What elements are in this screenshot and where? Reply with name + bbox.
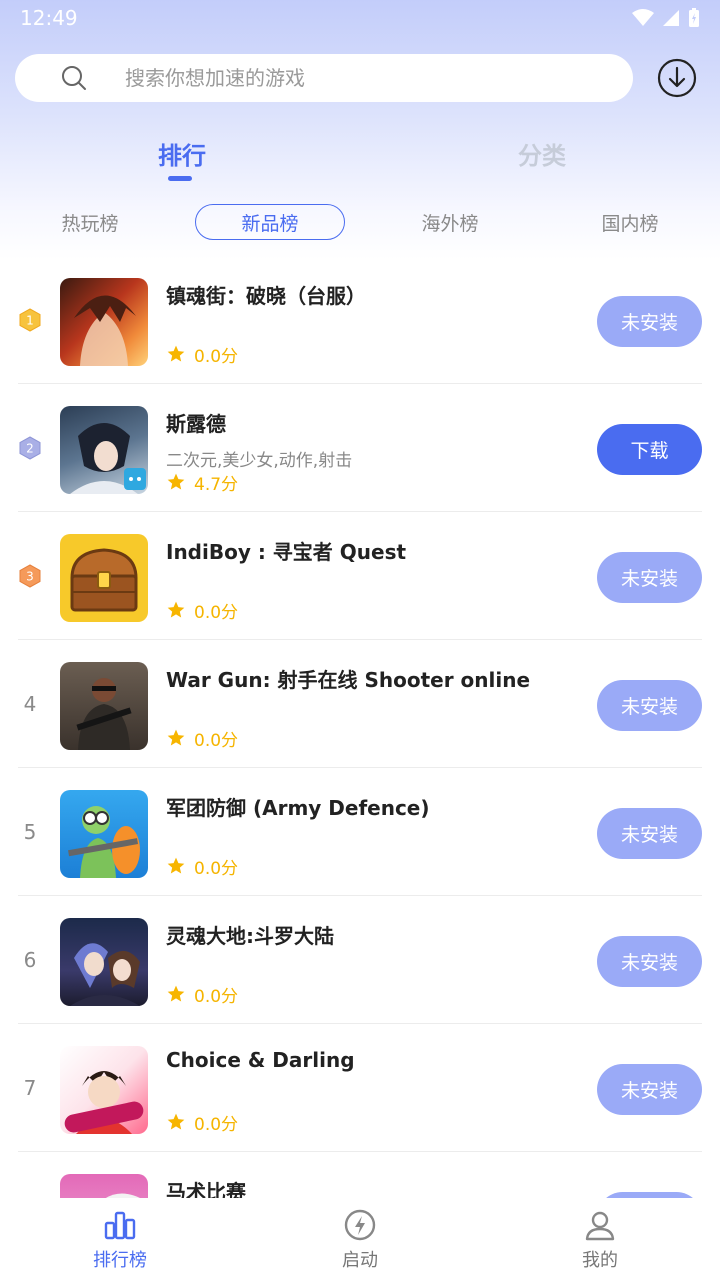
install-status-button[interactable]: 未安装 bbox=[597, 552, 702, 603]
install-status-button[interactable]: 未安装 bbox=[597, 680, 702, 731]
nav-ranking[interactable]: 排行榜 bbox=[0, 1198, 240, 1280]
list-item[interactable]: 6 灵魂大地:斗罗大陆 0.0分 未安装 bbox=[0, 896, 720, 1024]
tab-ranking[interactable]: 排行 bbox=[158, 136, 206, 171]
game-name: 斯露德 bbox=[166, 412, 226, 436]
search-input[interactable] bbox=[125, 66, 525, 90]
game-rating: 0.0分 bbox=[166, 726, 238, 751]
subtab-domestic[interactable]: 国内榜 bbox=[555, 204, 705, 240]
rank-number: 7 bbox=[23, 1076, 37, 1100]
install-status-button[interactable]: 未安装 bbox=[597, 296, 702, 347]
search-bar[interactable] bbox=[15, 54, 633, 102]
bar-chart-icon bbox=[104, 1211, 136, 1240]
game-icon bbox=[60, 1046, 148, 1134]
download-icon[interactable] bbox=[657, 58, 697, 98]
list-item[interactable]: 4 War Gun: 射手在线 Shooter online 0.0分 未安装 bbox=[0, 640, 720, 768]
svg-text:3: 3 bbox=[26, 570, 34, 584]
gold-rank-badge-icon: 1 bbox=[19, 308, 41, 332]
game-icon bbox=[60, 534, 148, 622]
rank-number: 5 bbox=[23, 820, 37, 844]
install-status-button[interactable]: 未安装 bbox=[597, 936, 702, 987]
star-icon bbox=[167, 857, 185, 874]
star-icon bbox=[167, 601, 185, 618]
game-icon bbox=[60, 918, 148, 1006]
star-icon bbox=[167, 345, 185, 362]
rank-number: 6 bbox=[23, 948, 37, 972]
game-icon bbox=[60, 662, 148, 750]
status-time: 12:49 bbox=[20, 6, 78, 30]
status-bar: 12:49 bbox=[0, 0, 720, 36]
game-name: 镇魂街：破晓（台服） bbox=[166, 284, 366, 308]
search-row bbox=[15, 54, 705, 102]
game-name: War Gun: 射手在线 Shooter online bbox=[166, 668, 531, 692]
silver-rank-badge-icon: 2 bbox=[19, 436, 41, 460]
star-icon bbox=[167, 985, 185, 1002]
game-name: 灵魂大地:斗罗大陆 bbox=[166, 924, 334, 948]
install-status-button[interactable]: 未安装 bbox=[597, 808, 702, 859]
lightning-icon bbox=[344, 1209, 376, 1241]
rank-number: 4 bbox=[23, 692, 37, 716]
battery-icon bbox=[689, 8, 699, 27]
star-icon bbox=[167, 1113, 185, 1130]
game-name: Choice & Darling bbox=[166, 1048, 355, 1072]
download-button[interactable]: 下载 bbox=[597, 424, 702, 475]
game-icon bbox=[60, 278, 148, 366]
install-status-button[interactable]: 未安装 bbox=[597, 1064, 702, 1115]
tab-category[interactable]: 分类 bbox=[518, 136, 566, 171]
subtab-new[interactable]: 新品榜 bbox=[195, 204, 345, 240]
main-tabs: 排行 分类 bbox=[0, 136, 720, 186]
active-tab-indicator bbox=[168, 176, 192, 181]
search-icon bbox=[62, 66, 86, 90]
list-item[interactable]: 5 军团防御 (Army Defence) 0.0分 未安装 bbox=[0, 768, 720, 896]
list-item[interactable]: 7 Choice & Darling 0.0分 未安装 bbox=[0, 1024, 720, 1152]
list-item[interactable]: 3 IndiBoy : 寻宝者 Quest 0.0分 未安装 bbox=[0, 512, 720, 640]
list-item[interactable]: 1 镇魂街：破晓（台服） 0.0分 未安装 bbox=[0, 256, 720, 384]
game-rating: 4.7分 bbox=[166, 470, 238, 495]
bottom-nav: 排行榜 启动 我的 bbox=[0, 1198, 720, 1280]
svg-text:1: 1 bbox=[26, 314, 34, 328]
game-rating: 0.0分 bbox=[166, 598, 238, 623]
bronze-rank-badge-icon: 3 bbox=[19, 564, 41, 588]
subtab-hot[interactable]: 热玩榜 bbox=[15, 204, 165, 240]
star-icon bbox=[167, 473, 185, 490]
game-rating: 0.0分 bbox=[166, 854, 238, 879]
svg-text:2: 2 bbox=[26, 442, 34, 456]
game-rating: 0.0分 bbox=[166, 1110, 238, 1135]
nav-launch[interactable]: 启动 bbox=[240, 1198, 480, 1280]
game-tags: 二次元,美少女,动作,射击 bbox=[166, 451, 353, 471]
game-name: IndiBoy : 寻宝者 Quest bbox=[166, 540, 407, 564]
game-rating: 0.0分 bbox=[166, 982, 238, 1007]
sub-tabs: 热玩榜 新品榜 海外榜 国内榜 bbox=[0, 204, 720, 240]
star-icon bbox=[167, 729, 185, 746]
user-icon bbox=[585, 1211, 615, 1241]
nav-profile[interactable]: 我的 bbox=[480, 1198, 720, 1280]
game-name: 军团防御 (Army Defence) bbox=[166, 796, 430, 820]
signal-icon bbox=[663, 10, 679, 26]
list-item[interactable]: 2 斯露德 二次元,美少女,动作,射击 4.7分 下载 bbox=[0, 384, 720, 512]
game-rating: 0.0分 bbox=[166, 342, 238, 367]
game-icon bbox=[60, 406, 148, 494]
subtab-overseas[interactable]: 海外榜 bbox=[375, 204, 525, 240]
wifi-icon bbox=[632, 9, 654, 26]
game-icon bbox=[60, 790, 148, 878]
